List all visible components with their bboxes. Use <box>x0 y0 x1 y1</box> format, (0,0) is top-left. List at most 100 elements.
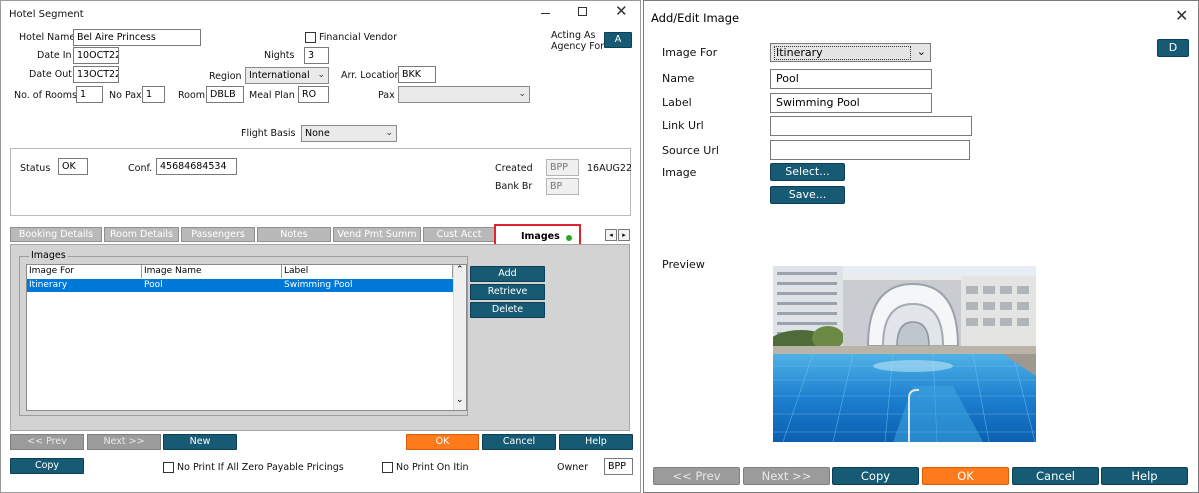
dialog-next-button[interactable]: Next >> <box>743 467 830 485</box>
date-in-field[interactable]: 10OCT22 <box>73 47 119 64</box>
tab-scroll-right-icon[interactable]: ▸ <box>618 229 630 241</box>
no-of-rooms-label: No. of Rooms <box>14 90 77 101</box>
help-button[interactable]: Help <box>559 434 633 450</box>
nights-field[interactable]: 3 <box>304 47 329 64</box>
cancel-button[interactable]: Cancel <box>482 434 556 450</box>
flight-basis-label: Flight Basis <box>241 128 296 139</box>
dialog-title: Add/Edit Image <box>651 11 740 25</box>
next-button[interactable]: Next >> <box>87 434 161 450</box>
retrieve-button[interactable]: Retrieve <box>470 284 545 300</box>
financial-vendor-checkbox[interactable] <box>305 32 316 43</box>
arr-location-label: Arr. Location <box>341 70 401 81</box>
minimize-icon[interactable] <box>541 13 550 14</box>
dialog-ok-button[interactable]: OK <box>922 467 1009 485</box>
meal-plan-field[interactable]: RO <box>298 86 329 103</box>
scroll-up-icon[interactable]: ⌃ <box>456 265 464 275</box>
table-row[interactable]: Itinerary Pool Swimming Pool <box>27 279 453 292</box>
col-label[interactable]: Label <box>282 265 453 278</box>
label-field[interactable]: Swimming Pool <box>770 93 932 113</box>
tab-images-label: Images <box>521 231 560 242</box>
tab-passengers[interactable]: Passengers <box>181 227 255 242</box>
status-label: Status <box>20 163 51 174</box>
source-url-label: Source Url <box>662 144 719 157</box>
scroll-down-icon[interactable]: ⌄ <box>456 395 464 405</box>
window-title: Hotel Segment <box>9 9 84 20</box>
pax-select[interactable]: ⌄ <box>398 86 530 103</box>
chevron-down-icon: ⌄ <box>317 70 325 80</box>
flight-basis-select[interactable]: None ⌄ <box>301 125 397 142</box>
select-button[interactable]: Select... <box>770 163 845 181</box>
dialog-copy-button[interactable]: Copy <box>832 467 919 485</box>
agency-for-label: Agency For <box>551 41 605 52</box>
financial-vendor-label: Financial Vendor <box>319 32 397 43</box>
delete-button[interactable]: Delete <box>470 302 545 318</box>
owner-field[interactable]: BPP <box>604 458 633 475</box>
images-tab-panel: Images Image For Image Name Label Itiner… <box>10 244 630 431</box>
image-for-value: Itinerary <box>774 46 911 60</box>
row-image-name: Pool <box>144 280 163 290</box>
col-image-for[interactable]: Image For <box>27 265 142 278</box>
preview-image <box>773 266 1036 442</box>
created-label: Created <box>495 163 533 174</box>
room-label: Room <box>178 90 206 101</box>
room-field[interactable]: DBLB <box>206 86 244 103</box>
copy-button[interactable]: Copy <box>10 458 84 474</box>
meal-plan-label: Meal Plan <box>249 90 295 101</box>
conf-label: Conf. <box>128 163 153 174</box>
hotel-segment-window: Hotel Segment ✕ Hotel Name Bel Aire Prin… <box>0 0 641 493</box>
hotel-name-field[interactable]: Bel Aire Princess <box>73 29 201 46</box>
preview-label: Preview <box>662 258 705 271</box>
dialog-help-button[interactable]: Help <box>1101 467 1188 485</box>
status-panel <box>10 148 631 216</box>
arr-location-field[interactable]: BKK <box>398 66 436 83</box>
link-url-field[interactable] <box>770 116 972 136</box>
conf-field[interactable]: 45684684534 <box>156 158 237 175</box>
date-out-label: Date Out <box>29 69 72 80</box>
date-out-field[interactable]: 13OCT22 <box>73 66 119 83</box>
d-button[interactable]: D <box>1157 39 1189 57</box>
close-icon[interactable]: ✕ <box>1175 6 1188 25</box>
created-code-field: BPP <box>546 159 579 176</box>
tab-cust-acct-data[interactable]: Cust Acct Data <box>423 227 495 253</box>
ok-button[interactable]: OK <box>406 434 479 450</box>
name-label: Name <box>662 72 695 85</box>
new-button[interactable]: New <box>163 434 237 450</box>
no-print-zero-label: No Print If All Zero Payable Pricings <box>177 462 344 473</box>
flight-basis-value: None <box>305 128 330 139</box>
dialog-cancel-button[interactable]: Cancel <box>1012 467 1099 485</box>
images-list[interactable]: Image For Image Name Label Itinerary Poo… <box>26 264 467 411</box>
dialog-prev-button[interactable]: << Prev <box>653 467 740 485</box>
tab-booking-details[interactable]: Booking Details <box>10 227 102 242</box>
close-icon[interactable]: ✕ <box>615 2 628 20</box>
region-select[interactable]: International ⌄ <box>245 67 329 84</box>
no-print-itin-checkbox[interactable] <box>382 462 393 473</box>
chevron-down-icon: ⌄ <box>916 45 926 58</box>
image-for-select[interactable]: Itinerary ⌄ <box>770 43 931 62</box>
col-image-name[interactable]: Image Name <box>142 265 282 278</box>
no-of-rooms-field[interactable]: 1 <box>76 86 103 103</box>
agency-a-button[interactable]: A <box>604 32 632 48</box>
active-dot-icon <box>566 235 572 241</box>
no-pax-label: No Pax <box>109 90 142 101</box>
tab-room-details[interactable]: Room Details <box>104 227 179 242</box>
save-button[interactable]: Save... <box>770 186 845 204</box>
nights-label: Nights <box>264 50 295 61</box>
tab-vend-pmt-summ[interactable]: Vend Pmt Summ <box>333 227 421 242</box>
source-url-field[interactable] <box>770 140 970 160</box>
status-field[interactable]: OK <box>58 158 88 175</box>
no-pax-field[interactable]: 1 <box>142 86 165 103</box>
name-field[interactable]: Pool <box>770 69 932 89</box>
region-label: Region <box>209 71 242 82</box>
chevron-down-icon: ⌄ <box>518 89 526 99</box>
list-scrollbar[interactable]: ⌃ ⌄ <box>453 265 466 410</box>
add-button[interactable]: Add <box>470 266 545 282</box>
hotel-name-label: Hotel Name <box>19 32 76 43</box>
prev-button[interactable]: << Prev <box>10 434 84 450</box>
tab-scroll-left-icon[interactable]: ◂ <box>605 229 617 241</box>
tab-notes[interactable]: Notes <box>257 227 331 242</box>
link-url-label: Link Url <box>662 119 704 132</box>
no-print-zero-checkbox[interactable] <box>163 462 174 473</box>
add-edit-image-dialog: Add/Edit Image ✕ D Image For Itinerary ⌄… <box>643 0 1199 493</box>
owner-label: Owner <box>557 462 589 473</box>
maximize-icon[interactable] <box>578 7 587 16</box>
